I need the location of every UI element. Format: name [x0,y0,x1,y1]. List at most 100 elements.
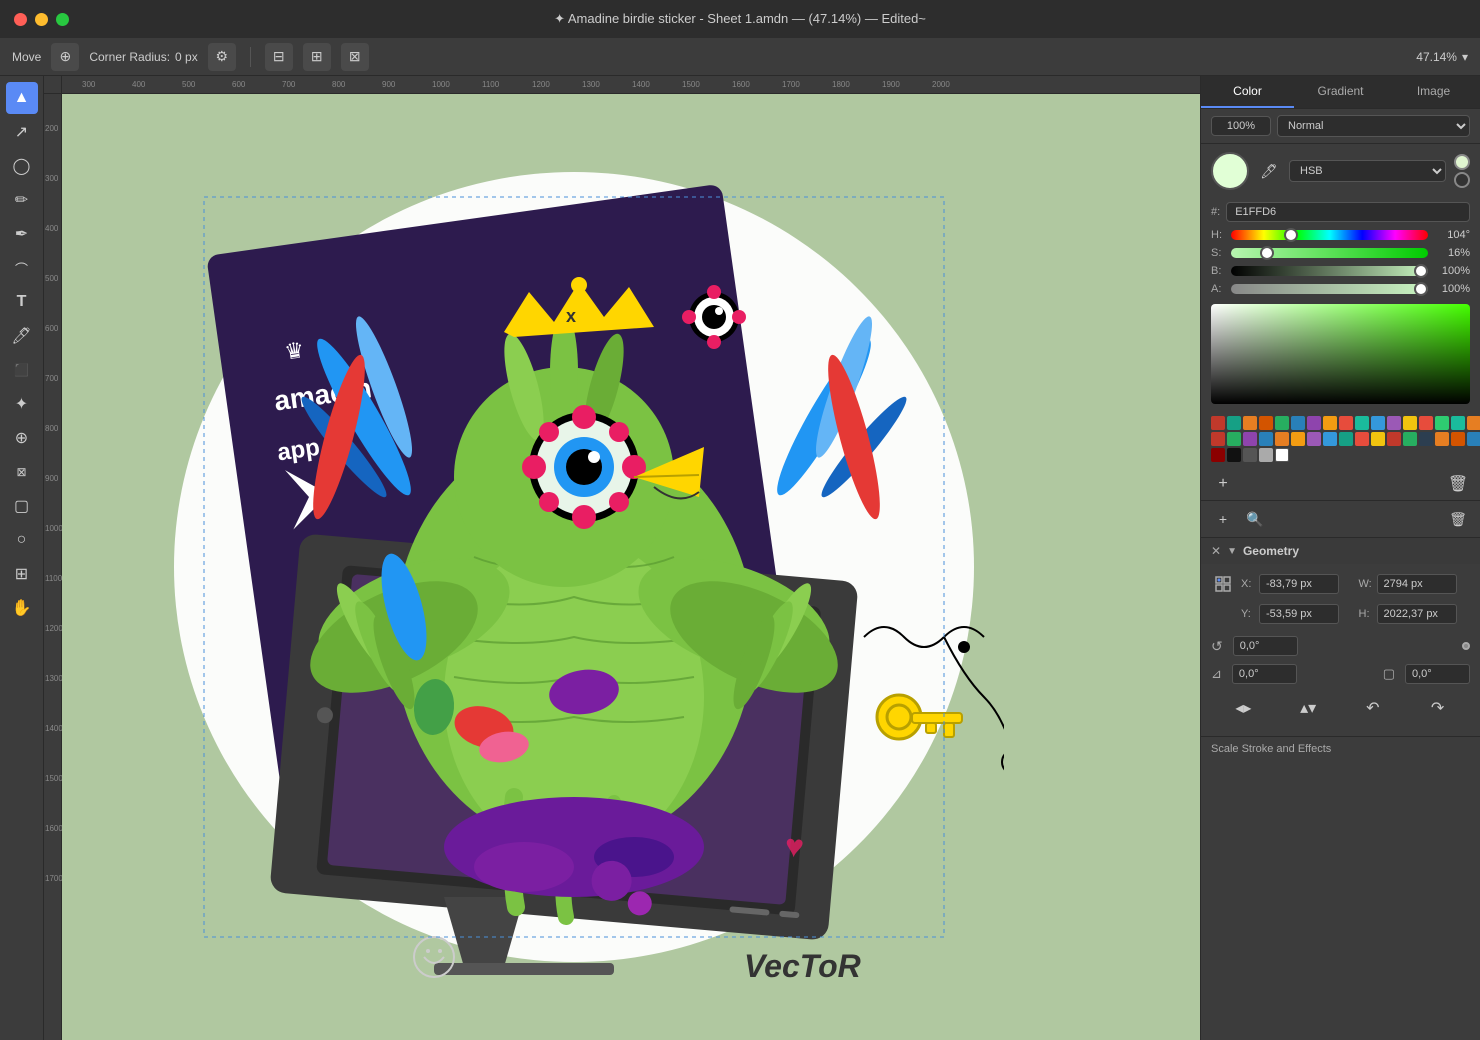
minimize-window-button[interactable] [35,13,48,26]
circle-tool-button[interactable]: ○ [6,524,38,556]
main-color-swatch[interactable] [1211,152,1249,190]
select-tool-button[interactable]: ▲ [6,82,38,114]
opacity-input[interactable] [1211,116,1271,136]
tab-gradient[interactable]: Gradient [1294,76,1387,108]
swatch-13[interactable] [1419,416,1433,430]
align-left-icon[interactable]: ⊟ [265,43,293,71]
swatch-37[interactable] [1259,448,1273,462]
swatch-29[interactable] [1403,432,1417,446]
rotation-input-3[interactable] [1405,664,1470,684]
align-center-icon[interactable]: ⊞ [303,43,331,71]
swatch-2[interactable] [1243,416,1257,430]
swatch-31[interactable] [1435,432,1449,446]
ellipse-tool-button[interactable]: ◯ [6,150,38,182]
add-swatch-button[interactable]: + [1211,472,1235,496]
swatch-32[interactable] [1451,432,1465,446]
geometry-h-input[interactable] [1377,604,1457,624]
tab-image[interactable]: Image [1387,76,1480,108]
saturation-slider[interactable] [1231,248,1428,258]
swatch-17[interactable] [1211,432,1225,446]
direct-select-tool-button[interactable]: ↗ [6,116,38,148]
eyedropper-tool-button[interactable]: 🖊 [6,320,38,352]
artwork-container[interactable]: amadine app ♛ [144,137,1004,997]
canvas-area[interactable]: 300 400 500 600 700 800 900 1000 1100 12… [44,76,1200,1040]
brightness-slider[interactable] [1231,266,1428,276]
swatch-20[interactable] [1259,432,1273,446]
delete-effect-button[interactable]: 🗑 [1446,507,1470,531]
artboard-tool-button[interactable]: ⊞ [6,558,38,590]
brush-tool-button[interactable]: ⌒ [6,252,38,284]
hand-tool-button[interactable]: ✋ [6,592,38,624]
swatch-30[interactable] [1419,432,1433,446]
geometry-section-header[interactable]: ✕ ▼ Geometry [1201,538,1480,564]
swatch-4[interactable] [1275,416,1289,430]
delete-swatch-button[interactable]: 🗑 [1446,472,1470,496]
rotate-cw-button[interactable]: ↷ [1424,694,1452,722]
hue-slider[interactable] [1231,230,1428,240]
swatch-16[interactable] [1467,416,1480,430]
swatch-22[interactable] [1291,432,1305,446]
hex-input[interactable] [1226,202,1470,222]
color-model-select[interactable]: HSB [1289,160,1446,182]
swatch-35[interactable] [1227,448,1241,462]
swatch-34[interactable] [1211,448,1225,462]
swatch-6[interactable] [1307,416,1321,430]
rotate-ccw-button[interactable]: ↶ [1359,694,1387,722]
add-effect-button[interactable]: + [1211,507,1235,531]
fullscreen-window-button[interactable] [56,13,69,26]
swatch-0[interactable] [1211,416,1225,430]
transform-tool-button[interactable]: ⊕ [6,422,38,454]
swatch-27[interactable] [1371,432,1385,446]
rotation-input-2[interactable] [1232,664,1297,684]
flip-v-button[interactable]: ▴▾ [1294,694,1322,722]
swatch-11[interactable] [1387,416,1401,430]
swatch-12[interactable] [1403,416,1417,430]
crosshair-icon[interactable]: ⊕ [51,43,79,71]
swatch-18[interactable] [1227,432,1241,446]
canvas-viewport[interactable]: amadine app ♛ [62,94,1200,1040]
swatch-5[interactable] [1291,416,1305,430]
swatch-33[interactable] [1467,432,1480,446]
move-tool-label[interactable]: Move [12,50,41,64]
tab-color[interactable]: Color [1201,76,1294,108]
pencil-tool-button[interactable]: ✏ [6,184,38,216]
eyedropper-button[interactable]: 🖊 [1257,159,1281,183]
swatch-36[interactable] [1243,448,1257,462]
close-window-button[interactable] [14,13,27,26]
swatch-15[interactable] [1451,416,1465,430]
zoom-effect-button[interactable]: 🔍 [1243,507,1267,531]
flip-h-button[interactable]: ◂▸ [1229,694,1257,722]
swatch-14[interactable] [1435,416,1449,430]
crop-tool-button[interactable]: ⊠ [6,456,38,488]
swatch-3[interactable] [1259,416,1273,430]
swatch-8[interactable] [1339,416,1353,430]
swatch-25[interactable] [1339,432,1353,446]
spray-tool-button[interactable]: ✦ [6,388,38,420]
geometry-y-input[interactable] [1259,604,1339,624]
blend-mode-select[interactable]: Normal [1277,115,1470,137]
swatch-26[interactable] [1355,432,1369,446]
swatch-10[interactable] [1371,416,1385,430]
pen-tool-button[interactable]: ✒ [6,218,38,250]
alpha-slider[interactable] [1231,284,1428,294]
geometry-w-input[interactable] [1377,574,1457,594]
swatch-1[interactable] [1227,416,1241,430]
type-tool-button[interactable]: T [6,286,38,318]
fill-tool-button[interactable]: ⬛ [6,354,38,386]
swatch-7[interactable] [1323,416,1337,430]
settings-icon[interactable]: ⚙ [208,43,236,71]
swatch-19[interactable] [1243,432,1257,446]
zoom-display[interactable]: 47.14% ▾ [1416,50,1468,64]
rotation-input-1[interactable] [1233,636,1298,656]
swatch-38[interactable] [1275,448,1289,462]
align-right-icon[interactable]: ⊠ [341,43,369,71]
geometry-x-input[interactable] [1259,574,1339,594]
swatch-23[interactable] [1307,432,1321,446]
swatch-21[interactable] [1275,432,1289,446]
swatch-24[interactable] [1323,432,1337,446]
stroke-button[interactable] [1454,172,1470,188]
swatch-28[interactable] [1387,432,1401,446]
fill-button[interactable] [1454,154,1470,170]
swatch-9[interactable] [1355,416,1369,430]
rect-tool-button[interactable]: ▢ [6,490,38,522]
